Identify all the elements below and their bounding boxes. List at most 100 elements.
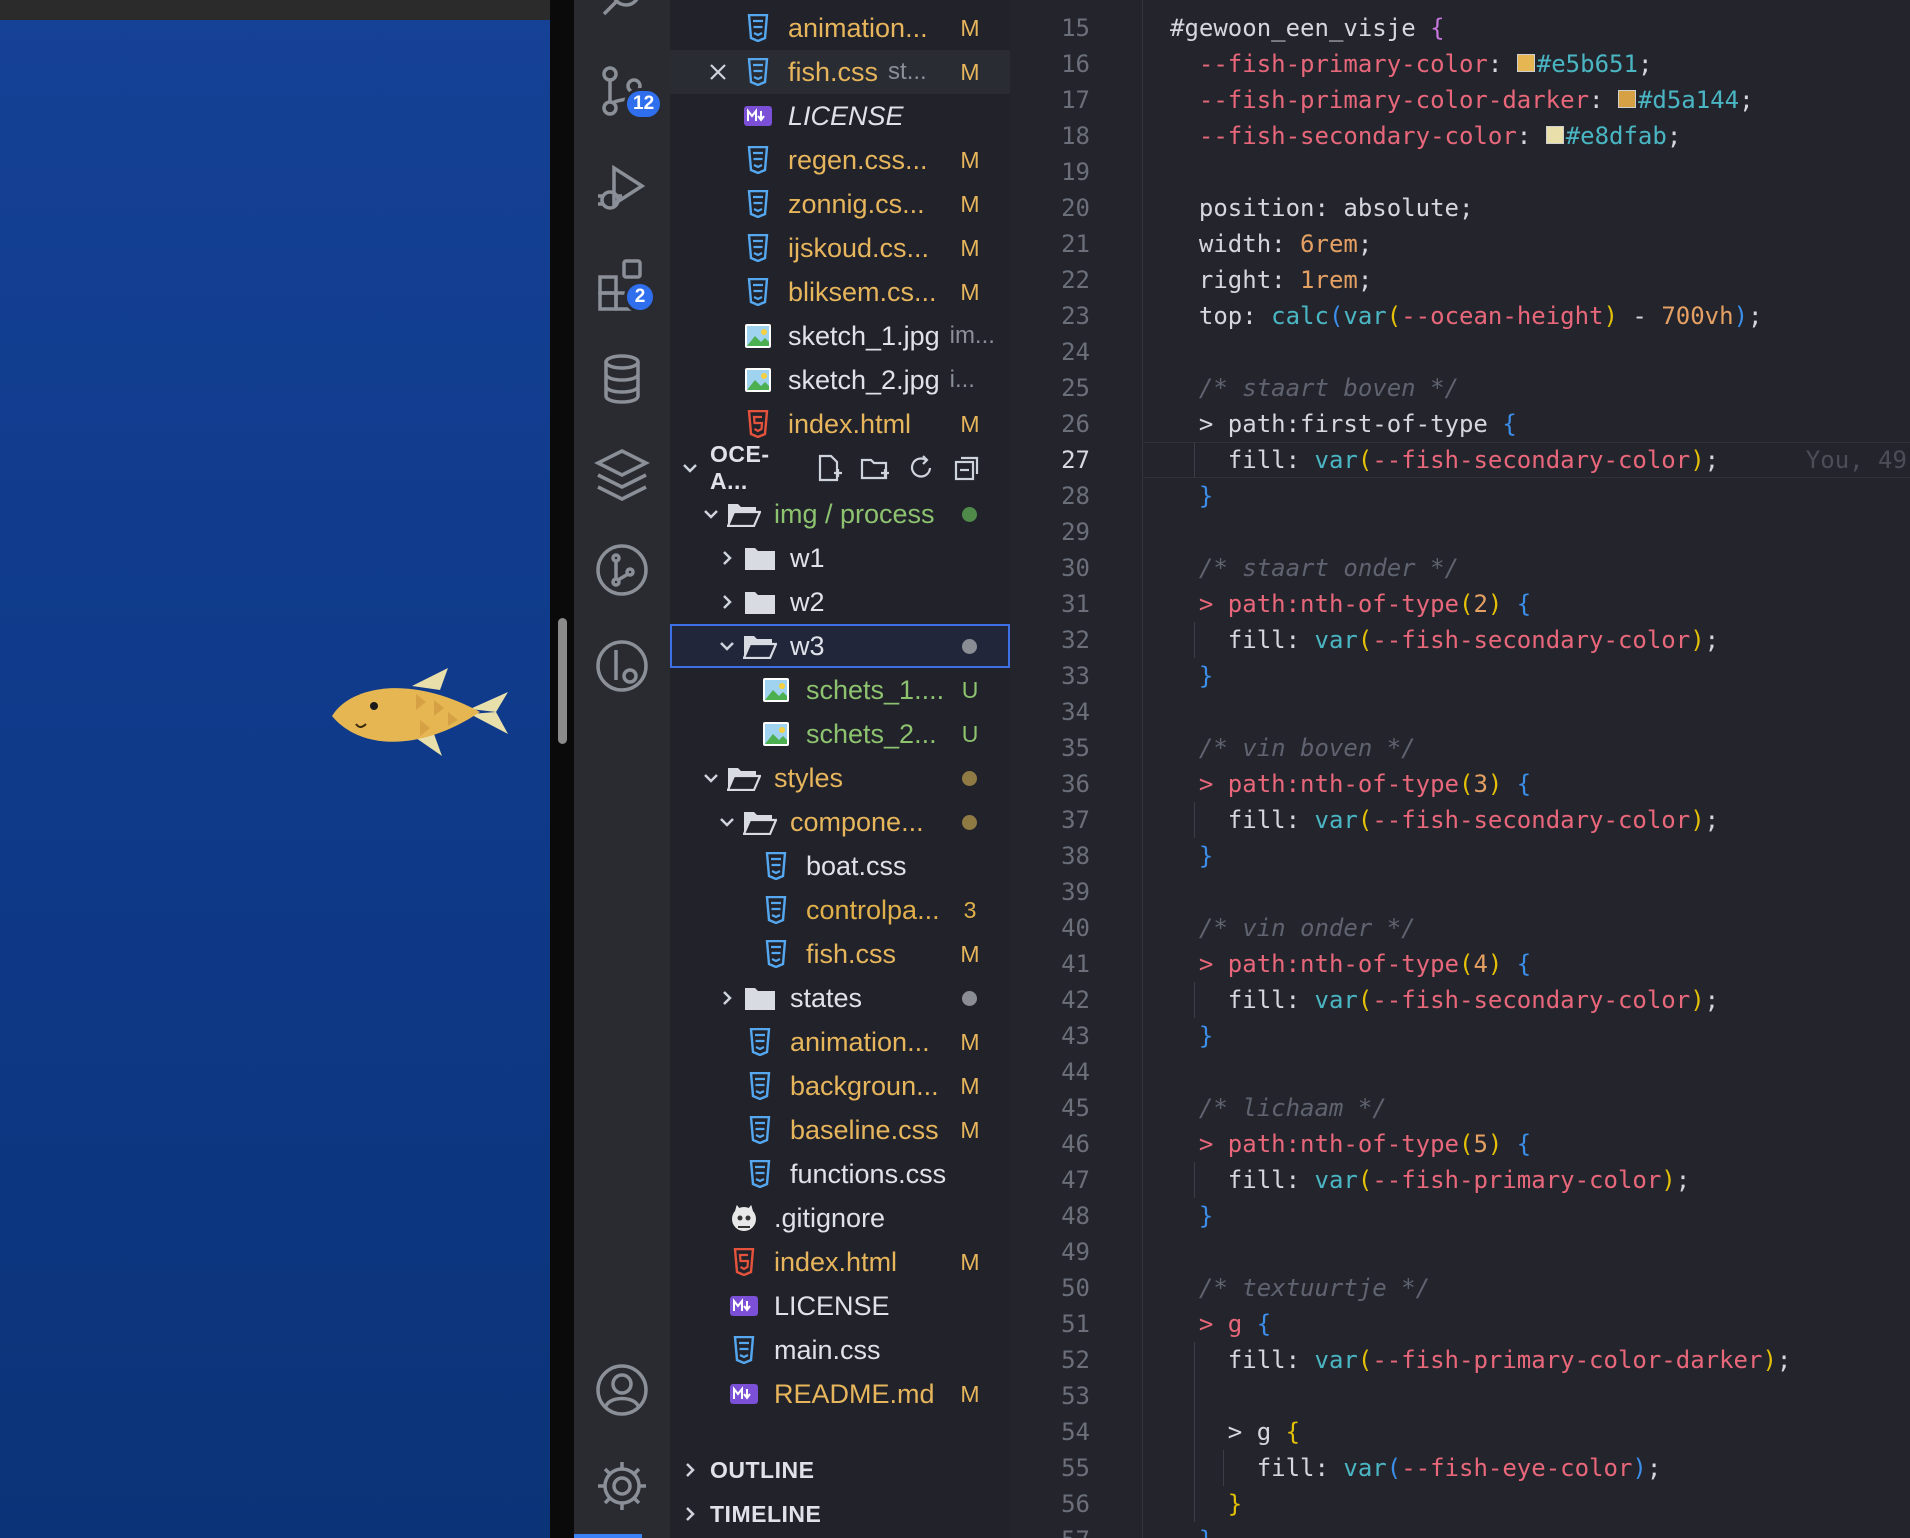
indent-guide <box>1194 1162 1195 1198</box>
file-item[interactable]: baseline.css M <box>670 1108 1010 1152</box>
css-icon <box>742 1025 778 1059</box>
open-editor-item[interactable]: bliksem.cs... M <box>670 270 1010 314</box>
layers-icon[interactable] <box>592 445 652 505</box>
chevron-right-icon[interactable] <box>712 592 742 612</box>
file-item[interactable]: index.html M <box>670 1240 1010 1284</box>
code-token: /* vin onder */ <box>1198 914 1416 942</box>
open-editor-item[interactable]: zonnig.cs... M <box>670 182 1010 226</box>
folder-item[interactable]: w1 <box>670 536 1010 580</box>
folder-item[interactable]: states <box>670 976 1010 1020</box>
open-editor-item[interactable]: animation... M <box>670 6 1010 50</box>
folder-item[interactable]: styles <box>670 756 1010 800</box>
search-icon[interactable] <box>592 0 652 30</box>
chevron-down-icon[interactable] <box>712 812 742 832</box>
timeline-section[interactable]: TIMELINE <box>670 1492 1010 1536</box>
html-icon <box>740 407 776 441</box>
html-icon <box>726 1245 762 1279</box>
open-editor-item[interactable]: LICENSE <box>670 94 1010 138</box>
code-token: : <box>1285 446 1315 474</box>
code-token: ; <box>1675 1166 1691 1194</box>
code-token: ( <box>1328 302 1344 330</box>
file-item[interactable]: controlpa... 3 <box>670 888 1010 932</box>
open-editor-item[interactable]: sketch_2.jpg i... <box>670 358 1010 402</box>
git-status-badge: U <box>961 720 979 747</box>
folder-open-icon <box>742 629 778 663</box>
code-token: ; <box>1704 626 1720 654</box>
line-number: 15 <box>1061 14 1090 42</box>
open-editor-description: st... <box>888 58 927 85</box>
file-item[interactable]: animation... M <box>670 1020 1010 1064</box>
code-token: var <box>1314 1346 1358 1374</box>
outline-section[interactable]: OUTLINE <box>670 1448 1010 1492</box>
refresh-icon[interactable] <box>898 448 944 488</box>
file-item[interactable]: README.md M <box>670 1372 1010 1416</box>
open-editor-item[interactable]: fish.css st... M <box>670 50 1010 94</box>
git-graph-icon[interactable] <box>592 540 652 600</box>
open-editor-item[interactable]: ijskoud.cs... M <box>670 226 1010 270</box>
code-token: : <box>1314 1454 1344 1482</box>
file-item[interactable]: functions.css <box>670 1152 1010 1196</box>
tree-item-name: animation... <box>790 1026 930 1057</box>
code-token: { <box>1516 1130 1532 1158</box>
file-item[interactable]: backgroun... M <box>670 1064 1010 1108</box>
git-status-badge: M <box>960 940 980 967</box>
code-token: --fish-eye-color <box>1401 1454 1633 1482</box>
css-icon <box>742 1069 778 1103</box>
chevron-down-icon[interactable] <box>696 768 726 788</box>
color-swatch[interactable] <box>1516 54 1535 72</box>
folder-item[interactable]: w3 <box>670 624 1010 668</box>
open-editor-item[interactable]: regen.css... M <box>670 138 1010 182</box>
chevron-down-icon[interactable] <box>712 636 742 656</box>
file-item[interactable]: schets_2... U <box>670 712 1010 756</box>
css-icon <box>758 937 794 971</box>
image-icon <box>740 319 776 353</box>
account-icon[interactable] <box>592 1360 652 1420</box>
project-header[interactable]: OCE-A... <box>670 441 1010 494</box>
line-number: 33 <box>1061 662 1090 690</box>
open-editor-item[interactable]: sketch_1.jpg im... <box>670 314 1010 358</box>
code-token: ( <box>1458 1130 1474 1158</box>
file-item[interactable]: .gitignore <box>670 1196 1010 1240</box>
new-file-icon[interactable] <box>806 448 852 488</box>
code-token: position <box>1198 194 1315 222</box>
line-number: 20 <box>1061 194 1090 222</box>
chevron-right-icon[interactable] <box>712 548 742 568</box>
file-item[interactable]: schets_1.... U <box>670 668 1010 712</box>
folder-item[interactable]: w2 <box>670 580 1010 624</box>
source-control-icon[interactable]: 12 <box>592 62 664 122</box>
modified-dot <box>962 506 977 522</box>
project-title: OCE-A... <box>710 441 770 494</box>
preview-scrollbar[interactable] <box>558 618 567 744</box>
code-line: fill: var(--fish-secondary-color); You, … <box>1228 442 1907 478</box>
file-item[interactable]: LICENSE <box>670 1284 1010 1328</box>
git-history-icon[interactable] <box>592 636 652 696</box>
new-folder-icon[interactable] <box>852 448 898 488</box>
settings-gear-icon[interactable] <box>592 1456 652 1516</box>
run-debug-icon[interactable] <box>592 158 652 218</box>
line-number: 57 <box>1010 1522 1090 1538</box>
open-editor-item[interactable]: index.html M <box>670 402 1010 446</box>
chevron-right-icon[interactable] <box>712 988 742 1008</box>
extensions-icon[interactable]: 2 <box>592 255 656 315</box>
chevron-down-icon[interactable] <box>696 504 726 524</box>
code-token: ; <box>1776 1346 1792 1374</box>
color-swatch[interactable] <box>1545 126 1564 144</box>
color-swatch[interactable] <box>1617 90 1636 108</box>
code-token: : <box>1487 50 1517 78</box>
activity-active-indicator <box>574 1534 642 1538</box>
folder-item[interactable]: compone... <box>670 800 1010 844</box>
collapse-all-icon[interactable] <box>944 448 990 488</box>
open-editor-description: i... <box>949 366 975 393</box>
file-item[interactable]: main.css <box>670 1328 1010 1372</box>
open-editor-name: LICENSE <box>788 100 904 131</box>
code-token: top <box>1198 302 1243 330</box>
file-item[interactable]: boat.css <box>670 844 1010 888</box>
code-editor[interactable]: 15 #gewoon_een_visje {16 --fish-primary-co… <box>1010 0 1910 1538</box>
database-icon[interactable] <box>592 350 652 410</box>
close-icon[interactable] <box>670 62 740 82</box>
file-item[interactable]: fish.css M <box>670 932 1010 976</box>
tree-item-name: boat.css <box>806 850 907 881</box>
line-number: 21 <box>1061 230 1090 258</box>
folder-item[interactable]: img / process <box>670 492 1010 536</box>
